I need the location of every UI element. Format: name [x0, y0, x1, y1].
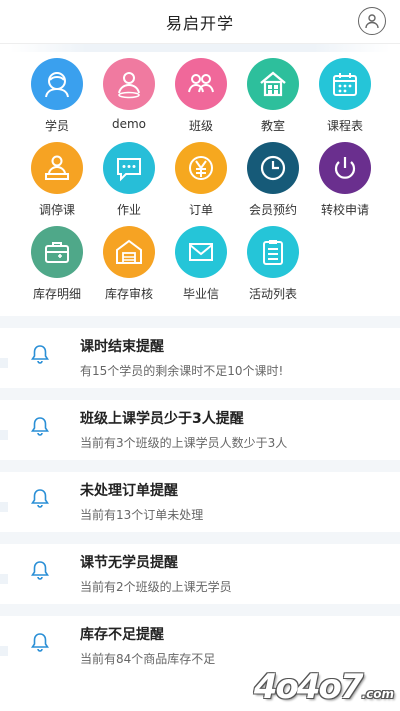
menu-item-9[interactable]: 转校申请 [309, 142, 381, 220]
reminder-item[interactable]: 课时结束提醒有15个学员的剩余课时不足10个课时! [0, 328, 400, 400]
power-icon [319, 142, 371, 194]
menu-item-label: demo [111, 117, 147, 131]
menu-item-label: 会员预约 [248, 203, 297, 217]
reminder-title: 未处理订单提醒 [80, 483, 178, 499]
bell-icon [0, 400, 80, 436]
bell-icon [31, 561, 49, 580]
house-icon [247, 58, 299, 110]
header-shadow [10, 44, 390, 52]
reminder-title: 课时结束提醒 [80, 339, 164, 355]
bell-icon [31, 417, 49, 436]
menu-item-6[interactable]: 作业 [93, 142, 165, 220]
warehouse-icon [103, 226, 155, 278]
menu-item-label: 转校申请 [320, 203, 369, 217]
reminder-title: 课节无学员提醒 [80, 555, 178, 571]
section-divider [0, 316, 400, 328]
bell-icon [0, 616, 80, 652]
menu-item-label: 活动列表 [248, 287, 297, 301]
menu-item-13[interactable]: 活动列表 [237, 226, 309, 304]
reminder-list: 课时结束提醒 有15个学员的剩余课时不足10个课时! 班级上课学员少于3人提醒 当前有… [0, 328, 400, 688]
menu-item-label: 毕业信 [182, 287, 219, 301]
feature-grid: 学员 demo 班级 教室 课程表调停课 作业 订单 会员预约 转校申请库存明细 库存审核 毕业信 活… [0, 52, 400, 304]
person-podium-icon [31, 142, 83, 194]
student-icon [31, 58, 83, 110]
menu-item-3[interactable]: 教室 [237, 58, 309, 136]
bell-icon [0, 544, 80, 580]
reminder-title: 班级上课学员少于3人提醒 [80, 411, 244, 427]
menu-item-label: 学员 [44, 119, 69, 133]
envelope-icon [175, 226, 227, 278]
menu-item-label: 订单 [188, 203, 213, 217]
menu-item-label: 库存明细 [32, 287, 81, 301]
reminder-title: 库存不足提醒 [80, 627, 164, 643]
menu-item-8[interactable]: 会员预约 [237, 142, 309, 220]
menu-item-label: 库存审核 [104, 287, 153, 301]
menu-item-0[interactable]: 学员 [21, 58, 93, 136]
reminder-description: 有15个学员的剩余课时不足10个课时! [80, 364, 284, 378]
reminder-item[interactable]: 班级上课学员少于3人提醒当前有3个班级的上课学员人数少于3人 [0, 400, 400, 472]
menu-item-label: 班级 [188, 119, 213, 133]
page-title: 易启开学 [165, 13, 234, 33]
clock-icon [247, 142, 299, 194]
menu-item-10[interactable]: 库存明细 [21, 226, 93, 304]
yen-icon [175, 142, 227, 194]
reminder-description: 当前有2个班级的上课无学员 [80, 580, 232, 594]
menu-item-11[interactable]: 库存审核 [93, 226, 165, 304]
menu-item-label: 课程表 [326, 119, 363, 133]
reminder-description: 当前有13个订单未处理 [80, 508, 204, 522]
calendar-icon [319, 58, 371, 110]
bell-icon [0, 472, 80, 508]
menu-item-4[interactable]: 课程表 [309, 58, 381, 136]
location-user-icon [103, 58, 155, 110]
bell-icon [31, 345, 49, 364]
menu-item-1[interactable]: demo [93, 58, 165, 136]
clipboard-list-icon [247, 226, 299, 278]
reminder-description: 当前有3个班级的上课学员人数少于3人 [80, 436, 288, 450]
menu-item-label: 调停课 [38, 203, 75, 217]
menu-item-2[interactable]: 班级 [165, 58, 237, 136]
menu-item-label: 教室 [260, 119, 285, 133]
profile-button[interactable] [358, 7, 386, 35]
menu-item-5[interactable]: 调停课 [21, 142, 93, 220]
reminder-item[interactable]: 课节无学员提醒当前有2个班级的上课无学员 [0, 544, 400, 616]
watermark: 4o4o7.com [253, 667, 394, 707]
bell-icon [31, 489, 49, 508]
user-circle-icon [365, 14, 379, 29]
bell-icon [0, 328, 80, 364]
app-header: 易启开学 [0, 0, 400, 44]
briefcase-icon [31, 226, 83, 278]
reminder-item[interactable]: 未处理订单提醒当前有13个订单未处理 [0, 472, 400, 544]
chat-icon [103, 142, 155, 194]
group-icon [175, 58, 227, 110]
menu-item-label: 作业 [116, 203, 141, 217]
menu-item-12[interactable]: 毕业信 [165, 226, 237, 304]
menu-item-7[interactable]: 订单 [165, 142, 237, 220]
bell-icon [31, 633, 49, 652]
